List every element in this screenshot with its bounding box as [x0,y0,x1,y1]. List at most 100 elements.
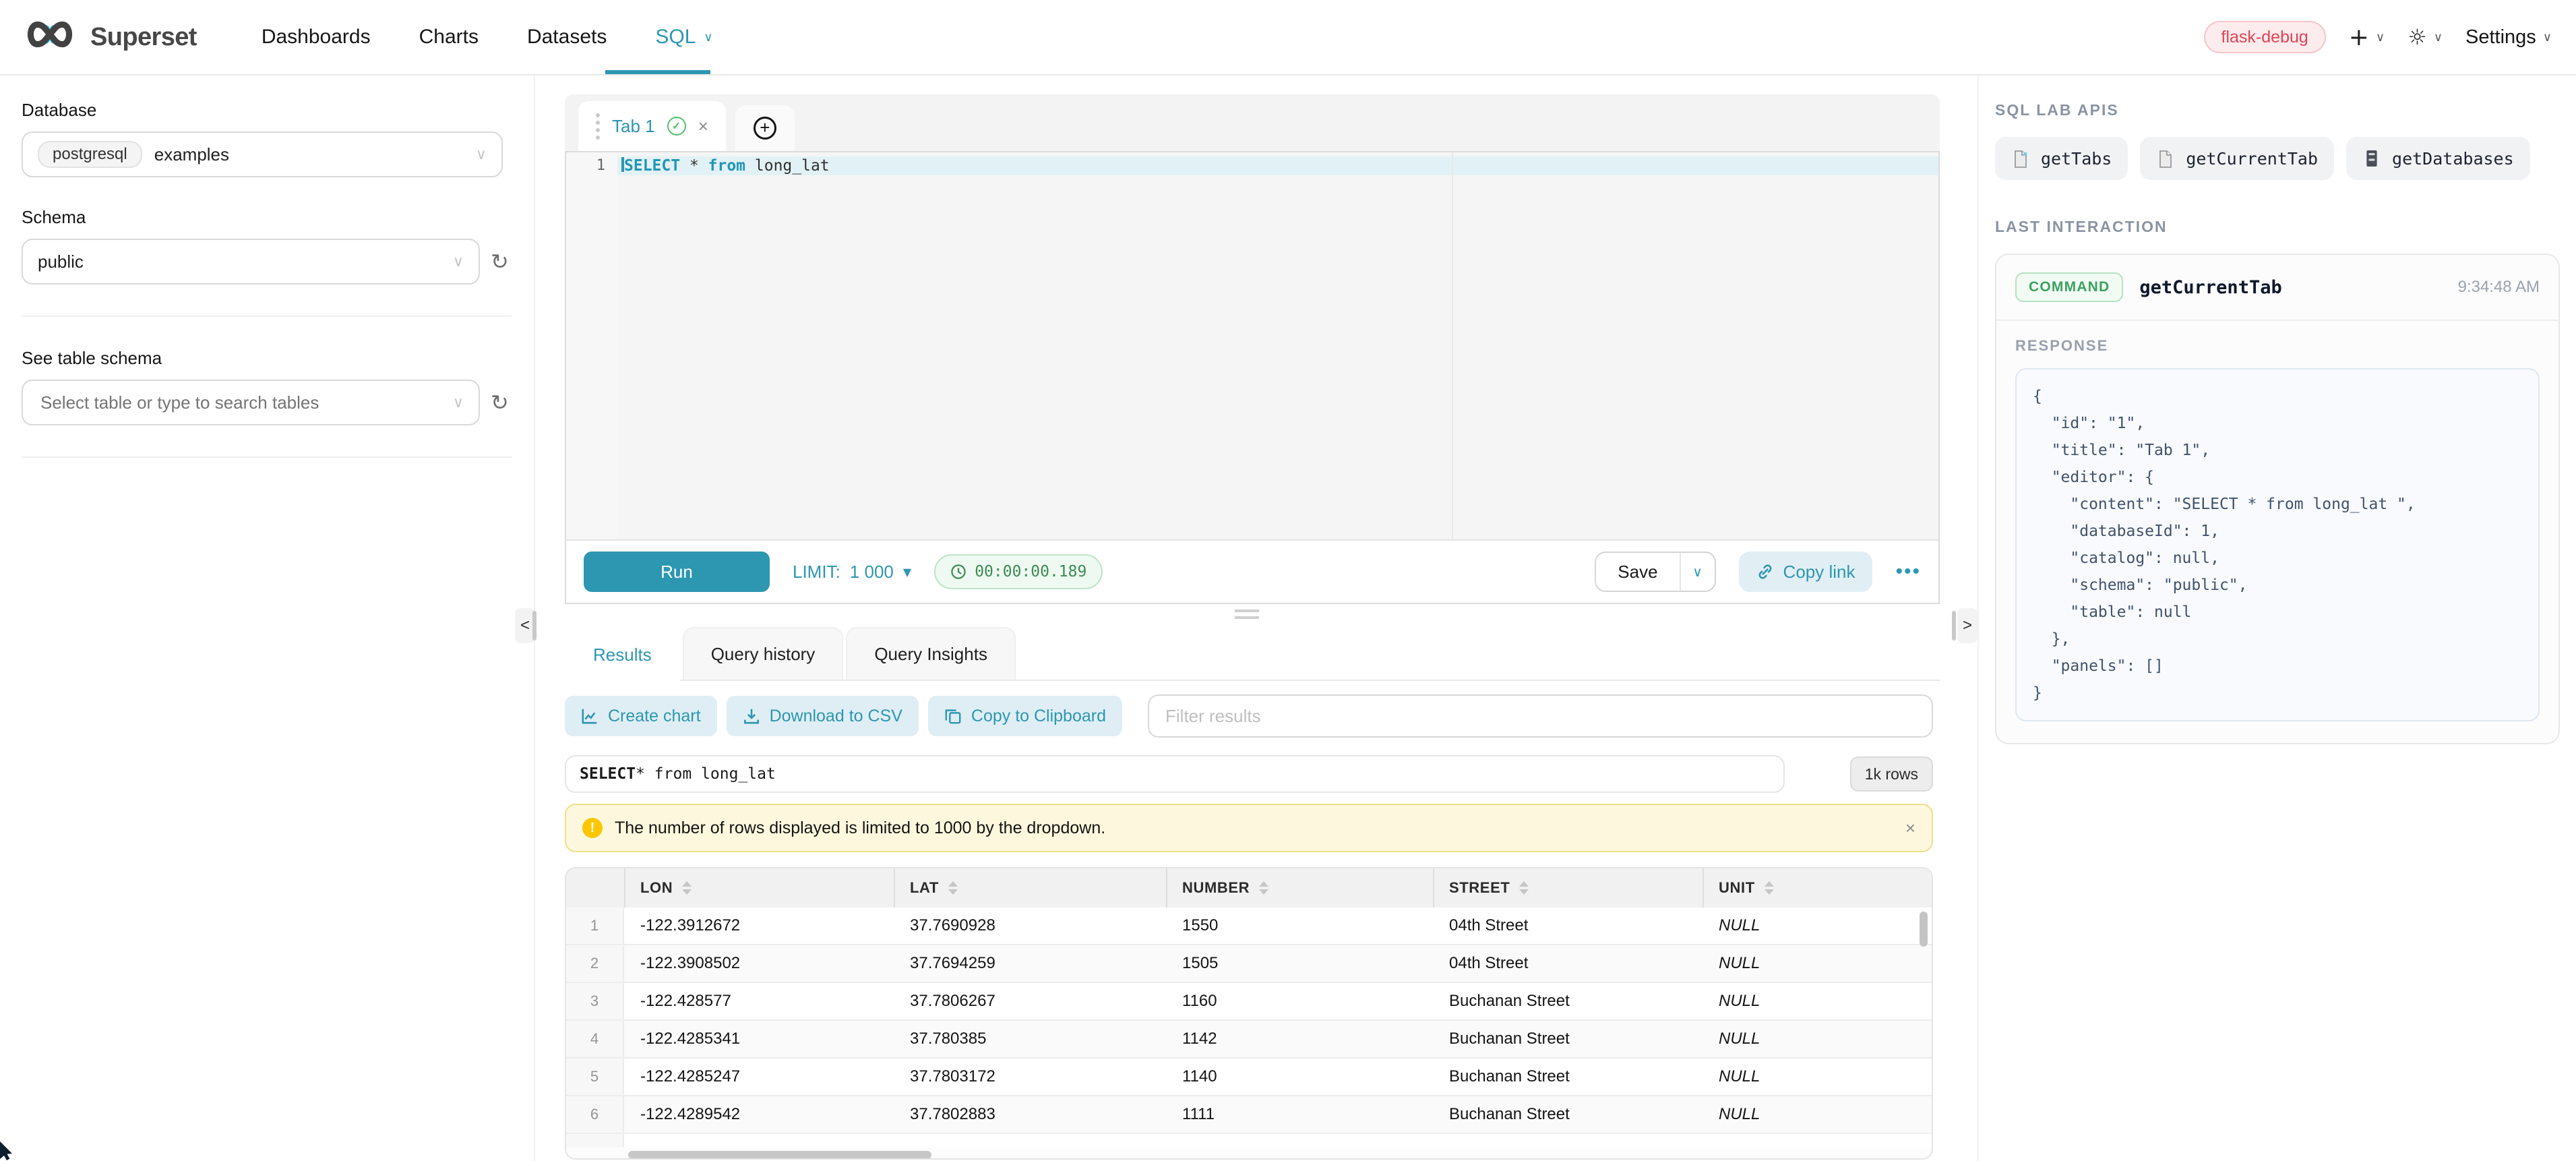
horizontal-scrollbar-thumb[interactable] [628,1151,931,1159]
table-search-input[interactable] [38,391,453,415]
limit-dropdown[interactable]: LIMIT: 1 000 ▼ [793,562,911,583]
editor-tabstrip: Tab 1 ✓ × + [565,94,1940,151]
sidebar-divider [22,316,512,317]
vertical-scrollbar-thumb[interactable] [1920,912,1928,947]
sql-code-area[interactable]: 1 SELECT * from long_lat [566,152,1938,541]
chevron-down-icon: ∨ [476,146,487,163]
chevron-down-icon: ∨ [2376,30,2385,44]
table-row: 2 -122.3908502 37.7694259 1505 04th Stre… [566,945,1932,983]
cell-unit: NULL [1703,1096,1932,1133]
api-chip-getdatabases[interactable]: getDatabases [2346,137,2530,180]
column-label: UNIT [1719,879,1755,897]
schema-select[interactable]: public ∨ [22,239,480,285]
sidebar-scrollbar[interactable] [532,611,536,641]
nav-item-sql[interactable]: SQL ∨ [655,26,712,49]
cell-lon: -122.4289542 [624,1096,894,1133]
table-row: 3 -122.428577 37.7806267 1160 Buchanan S… [566,983,1932,1021]
column-header-lat[interactable]: LAT [894,868,1166,907]
sort-icon[interactable] [1765,881,1774,895]
nav-item-datasets[interactable]: Datasets [527,26,607,49]
new-tab-button[interactable]: + [735,105,795,151]
query-text: * from long_lat [636,765,776,783]
drag-handle-icon[interactable] [596,113,600,140]
copy-clipboard-button[interactable]: Copy to Clipboard [928,696,1122,736]
editor-tab-1[interactable]: Tab 1 ✓ × [578,101,726,151]
database-select[interactable]: postgresql examples ∨ [22,131,503,177]
column-header-lon[interactable]: LON [624,868,894,907]
interaction-header: COMMAND getCurrentTab 9:34:48 AM [1996,255,2558,321]
command-badge: COMMAND [2015,272,2123,302]
refresh-schemas-icon[interactable]: ↻ [491,249,509,274]
sort-icon[interactable] [948,881,958,895]
row-count-badge[interactable]: 1k rows [1850,756,1933,792]
cell-unit: NULL [1703,907,1932,944]
nav-item-charts[interactable]: Charts [419,26,479,49]
tab-query-history[interactable]: Query history [683,627,844,680]
tab-results[interactable]: Results [565,627,680,681]
nav-item-dashboards[interactable]: Dashboards [262,26,371,49]
query-preview-row: SELECT * from long_lat 1k rows [565,755,1933,793]
cell-lon: -122.428577 [624,983,894,1019]
api-chip-getcurrenttab[interactable]: getCurrentTab [2140,137,2334,180]
copy-icon [944,707,962,725]
more-options-button[interactable]: ••• [1895,560,1921,583]
api-chip-gettabs[interactable]: getTabs [1995,137,2128,180]
last-interaction-title: LAST INTERACTION [1995,218,2560,236]
column-header-unit[interactable]: UNIT [1703,868,1932,907]
schema-label: Schema [22,207,512,228]
theme-toggle-button[interactable]: ☼ ∨ [2408,24,2443,50]
tab-saved-check-icon: ✓ [667,117,686,136]
cell-unit: NULL [1703,945,1932,982]
main-scrollbar[interactable] [1952,611,1956,641]
cell-number: 1142 [1166,1021,1433,1057]
nav-item-sql-label: SQL [655,26,696,49]
active-nav-underline [605,70,710,74]
tab-query-insights[interactable]: Query Insights [846,627,1016,680]
run-button[interactable]: Run [584,552,770,592]
clock-icon [950,564,967,580]
column-header-street[interactable]: STREET [1433,868,1703,907]
save-button[interactable]: Save [1596,553,1679,591]
editor-tab-title: Tab 1 [612,116,655,137]
cell-lon: -122.3912672 [624,907,894,944]
row-number-header [566,868,624,907]
create-chart-button[interactable]: Create chart [565,696,717,736]
settings-label: Settings [2465,26,2536,49]
column-header-number[interactable]: NUMBER [1166,868,1433,907]
cell-number: 1140 [1166,1059,1433,1095]
close-alert-icon[interactable]: × [1905,818,1915,839]
table-select[interactable]: ∨ [22,380,480,425]
settings-menu[interactable]: Settings ∨ [2465,26,2552,49]
table-row-partial [566,1134,1932,1148]
save-options-caret[interactable]: ∨ [1680,553,1715,591]
copy-link-button[interactable]: Copy link [1739,552,1873,592]
sort-icon[interactable] [1519,881,1529,895]
filter-results-input[interactable] [1148,694,1933,738]
new-item-button[interactable]: + ∨ [2349,24,2385,51]
cell-unit: NULL [1703,1021,1932,1057]
table-row: 5 -122.4285247 37.7803172 1140 Buchanan … [566,1059,1932,1096]
environment-badge: flask-debug [2204,21,2326,53]
collapse-api-panel-button[interactable]: > [1957,608,1977,643]
pane-resize-handle[interactable] [1235,609,1259,619]
sort-icon[interactable] [682,881,692,895]
refresh-tables-icon[interactable]: ↻ [491,390,509,415]
cell-lat: 37.7803172 [894,1059,1166,1095]
close-tab-icon[interactable]: × [698,116,708,137]
results-tabbar: Results Query history Query Insights [565,627,1940,681]
superset-brand[interactable]: Superset [0,18,197,56]
brand-name: Superset [90,23,197,52]
chevron-down-icon: ∨ [704,30,712,44]
interaction-body: RESPONSE { "id": "1", "title": "Tab 1", … [1996,321,2558,743]
api-panel-title: SQL LAB APIS [1995,101,2560,119]
row-number: 4 [566,1021,624,1057]
sort-icon[interactable] [1259,881,1268,895]
sql-text: * [680,157,708,175]
table-row: 4 -122.4285341 37.780385 1142 Buchanan S… [566,1021,1932,1059]
save-split-button: Save ∨ [1595,552,1715,592]
chevron-down-icon: ∨ [2543,30,2552,44]
db-name: examples [154,144,229,165]
download-csv-button[interactable]: Download to CSV [727,696,919,736]
document-tabs-icon [2011,149,2030,168]
query-preview[interactable]: SELECT * from long_lat [565,755,1785,793]
